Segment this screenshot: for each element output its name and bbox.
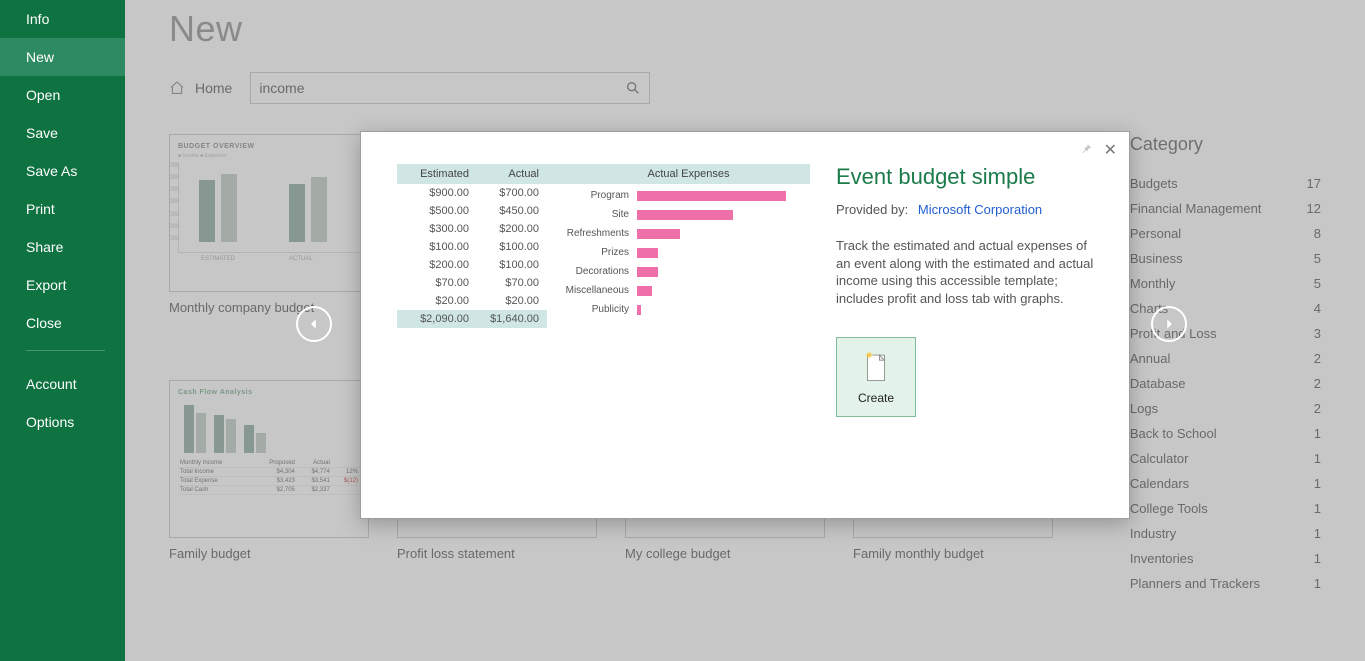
prev-template-button[interactable] bbox=[296, 306, 332, 342]
sidebar-item-new[interactable]: New bbox=[0, 38, 125, 76]
provided-by: Provided by: Microsoft Corporation bbox=[836, 202, 1097, 217]
sidebar-item-save[interactable]: Save bbox=[0, 114, 125, 152]
template-description: Track the estimated and actual expenses … bbox=[836, 237, 1097, 307]
close-icon[interactable]: ✕ bbox=[1104, 140, 1117, 160]
pin-icon[interactable] bbox=[1079, 142, 1093, 156]
sidebar-item-share[interactable]: Share bbox=[0, 228, 125, 266]
template-preview-dialog: ✕ Estimated Actual Actual Expenses $900.… bbox=[360, 131, 1130, 519]
backstage-sidebar: Info New Open Save Save As Print Share E… bbox=[0, 0, 125, 661]
next-template-button[interactable] bbox=[1151, 306, 1187, 342]
sidebar-item-info[interactable]: Info bbox=[0, 0, 125, 38]
sidebar-item-account[interactable]: Account bbox=[0, 365, 125, 403]
sidebar-item-open[interactable]: Open bbox=[0, 76, 125, 114]
template-title: Event budget simple bbox=[836, 164, 1097, 190]
sidebar-item-close[interactable]: Close bbox=[0, 304, 125, 342]
sidebar-item-export[interactable]: Export bbox=[0, 266, 125, 304]
provider-link[interactable]: Microsoft Corporation bbox=[918, 202, 1042, 217]
sidebar-separator bbox=[26, 350, 105, 351]
sidebar-item-save-as[interactable]: Save As bbox=[0, 152, 125, 190]
create-button[interactable]: Create bbox=[836, 337, 916, 417]
sidebar-item-options[interactable]: Options bbox=[0, 403, 125, 441]
template-preview-image: Estimated Actual Actual Expenses $900.00… bbox=[397, 164, 810, 484]
sidebar-item-print[interactable]: Print bbox=[0, 190, 125, 228]
